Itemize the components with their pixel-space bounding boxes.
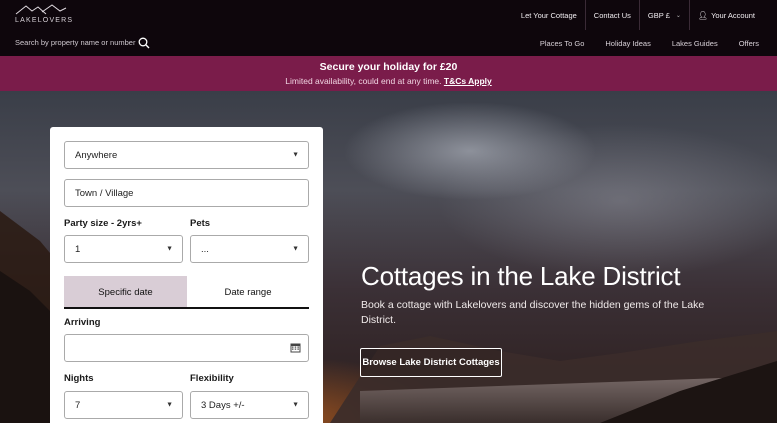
search-form: Anywhere ▼ Town / Village Party size - 2…: [50, 127, 323, 423]
location-select[interactable]: Anywhere ▼: [64, 141, 309, 169]
hero-title: Cottages in the Lake District: [361, 261, 681, 291]
pets-select[interactable]: ... ▼: [190, 235, 309, 263]
tab-underline: [64, 307, 309, 309]
chevron-down-icon: ▼: [292, 401, 299, 409]
let-your-cottage-link[interactable]: Let Your Cottage: [513, 0, 585, 30]
currency-label: GBP £: [647, 10, 670, 20]
your-account-label: Your Account: [711, 10, 755, 20]
flexibility-select[interactable]: 3 Days +/- ▼: [190, 391, 309, 419]
contact-us-label: Contact Us: [593, 10, 631, 20]
calendar-icon[interactable]: [290, 342, 301, 353]
tcs-apply-link[interactable]: T&Cs Apply: [444, 76, 492, 86]
search-input[interactable]: Search by property name or number: [15, 38, 135, 47]
logo-text: LAKELOVERS: [15, 17, 74, 24]
nights-label: Nights: [64, 373, 94, 384]
sub-navigation: Places To Go Holiday Ideas Lakes Guides …: [519, 30, 759, 56]
chevron-down-icon: ▼: [292, 245, 299, 253]
flexibility-label: Flexibility: [190, 373, 234, 384]
arriving-label: Arriving: [64, 317, 101, 328]
tab-date-range[interactable]: Date range: [187, 276, 309, 308]
let-your-cottage-label: Let Your Cottage: [520, 10, 577, 20]
search-icon[interactable]: [138, 37, 150, 49]
chevron-down-icon: ▼: [166, 401, 173, 409]
currency-select[interactable]: GBP £ ⌄: [638, 0, 689, 30]
town-village-input[interactable]: Town / Village: [64, 179, 309, 207]
flexibility-value: 3 Days +/-: [201, 399, 245, 411]
chevron-down-icon: ▼: [292, 151, 299, 159]
browse-cottages-button[interactable]: Browse Lake District Cottages: [360, 348, 502, 377]
search-nav-bar: Search by property name or number Places…: [0, 30, 777, 56]
lakelovers-logo[interactable]: LAKELOVERS: [14, 4, 74, 26]
tab-specific-date[interactable]: Specific date: [64, 276, 187, 308]
arriving-date-input[interactable]: [64, 334, 309, 362]
promo-subtitle-text: Limited availability, could end at any t…: [285, 76, 442, 86]
pets-value: ...: [201, 243, 209, 255]
hero-description: Book a cottage with Lakelovers and disco…: [361, 299, 705, 326]
contact-us-link[interactable]: Contact Us: [584, 0, 639, 30]
promo-banner: Secure your holiday for £20 Limited avai…: [0, 56, 777, 91]
party-size-label: Party size - 2yrs+: [64, 218, 142, 229]
party-size-select[interactable]: 1 ▼: [64, 235, 183, 263]
party-size-value: 1: [75, 243, 81, 255]
mountain-logo-icon: [15, 4, 67, 15]
tab-date-range-label: Date range: [224, 286, 272, 298]
location-value: Anywhere: [75, 149, 118, 161]
top-links: Let Your Cottage Contact Us GBP £ ⌄ 👤︎ You…: [513, 0, 777, 30]
promo-title: Secure your holiday for £20: [319, 61, 458, 73]
user-icon: 👤︎: [697, 10, 709, 20]
nav-holiday-ideas[interactable]: Holiday Ideas: [605, 39, 650, 48]
promo-subtitle: Limited availability, could end at any t…: [0, 76, 777, 86]
nav-lakes-guides[interactable]: Lakes Guides: [672, 39, 718, 48]
town-village-value: Town / Village: [75, 187, 134, 199]
nights-value: 7: [75, 399, 81, 411]
chevron-down-icon: ▼: [166, 245, 173, 253]
nights-select[interactable]: 7 ▼: [64, 391, 183, 419]
top-bar: LAKELOVERS Let Your Cottage Contact Us G…: [0, 0, 777, 30]
nav-places-to-go[interactable]: Places To Go: [540, 39, 584, 48]
pets-label: Pets: [190, 218, 211, 229]
nav-offers[interactable]: Offers: [739, 39, 759, 48]
your-account-link[interactable]: 👤︎ Your Account: [688, 0, 777, 30]
chevron-down-icon: ⌄: [675, 12, 681, 19]
tab-specific-date-label: Specific date: [98, 286, 153, 298]
